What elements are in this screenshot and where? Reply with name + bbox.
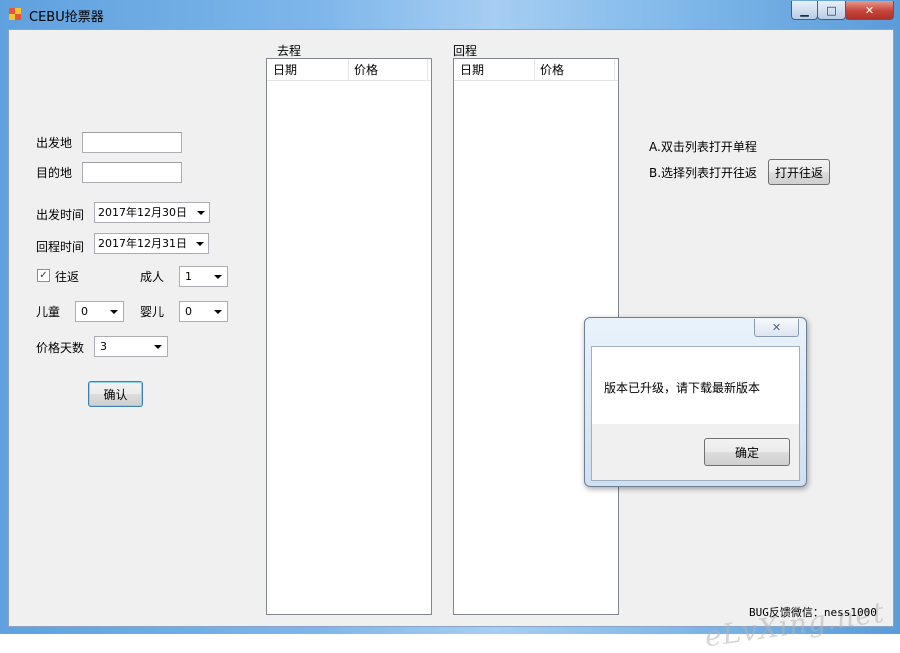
infant-label: 婴儿 [140, 305, 165, 319]
child-select-value: 0 [81, 305, 88, 318]
chevron-down-icon[interactable] [110, 310, 118, 314]
dialog-close-button[interactable]: ✕ [754, 319, 799, 337]
checkmark-icon: ✓ [39, 270, 48, 281]
open-roundtrip-button[interactable]: 打开往返 [768, 159, 830, 185]
return-date-picker[interactable]: 2017年12月31日 [94, 233, 209, 254]
roundtrip-label: 往返 [55, 270, 80, 284]
chevron-down-icon[interactable] [196, 242, 204, 246]
to-input[interactable] [82, 162, 182, 183]
outbound-col-date[interactable]: 日期 [267, 59, 349, 80]
price-days-select[interactable]: 3 [94, 336, 168, 357]
outbound-col-price[interactable]: 价格 [348, 59, 428, 80]
dialog-body: 版本已升级，请下载最新版本 确定 [591, 346, 800, 481]
depart-time-label: 出发时间 [36, 208, 85, 222]
depart-date-value: 2017年12月30日 [98, 206, 187, 219]
dialog-message-area: 版本已升级，请下载最新版本 [592, 347, 799, 424]
instruction-a: A.双击列表打开单程 [649, 140, 757, 154]
adult-select-value: 1 [185, 270, 192, 283]
child-label: 儿童 [36, 305, 61, 319]
close-button[interactable]: ✕ [845, 1, 894, 20]
chevron-down-icon[interactable] [214, 275, 222, 279]
chevron-down-icon[interactable] [197, 211, 205, 215]
open-roundtrip-button-label: 打开往返 [774, 165, 823, 180]
title-bar[interactable]: CEBU抢票器 ▁ □ ✕ [0, 0, 900, 28]
chevron-down-icon[interactable] [214, 310, 222, 314]
app-window: CEBU抢票器 ▁ □ ✕ 出发地 目的地 出发时间 2017年12月30日 回… [0, 0, 900, 653]
to-label: 目的地 [36, 166, 73, 180]
minimize-icon: ▁ [800, 3, 809, 17]
confirm-button-label: 确认 [103, 387, 128, 402]
return-time-label: 回程时间 [36, 240, 85, 254]
message-dialog: ✕ 版本已升级，请下载最新版本 确定 [584, 317, 807, 487]
roundtrip-checkbox[interactable]: ✓ [37, 269, 50, 282]
maximize-button[interactable]: □ [817, 1, 846, 20]
adult-label: 成人 [140, 270, 165, 284]
outbound-title: 去程 [277, 44, 302, 58]
depart-date-picker[interactable]: 2017年12月30日 [94, 202, 210, 223]
chevron-down-icon[interactable] [154, 345, 162, 349]
price-days-label: 价格天数 [36, 341, 85, 355]
dialog-ok-button[interactable]: 确定 [704, 438, 790, 466]
dialog-ok-label: 确定 [734, 445, 759, 460]
inbound-col-price[interactable]: 价格 [534, 59, 615, 80]
outbound-list-header: 日期 价格 [267, 59, 431, 81]
minimize-button[interactable]: ▁ [791, 1, 818, 20]
dialog-message: 版本已升级，请下载最新版本 [604, 381, 761, 395]
inbound-title: 回程 [453, 44, 478, 58]
app-icon [9, 8, 21, 20]
close-icon: ✕ [771, 321, 782, 334]
from-input[interactable] [82, 132, 182, 153]
instruction-b: B.选择列表打开往返 [649, 166, 758, 180]
child-select[interactable]: 0 [75, 301, 124, 322]
price-days-select-value: 3 [100, 340, 107, 353]
footer-contact: BUG反馈微信：ness1000 [749, 606, 877, 619]
infant-select[interactable]: 0 [179, 301, 228, 322]
from-label: 出发地 [36, 136, 73, 150]
adult-select[interactable]: 1 [179, 266, 228, 287]
return-date-value: 2017年12月31日 [98, 237, 187, 250]
outbound-list[interactable]: 日期 价格 [266, 58, 432, 615]
maximize-icon: □ [826, 3, 837, 17]
infant-select-value: 0 [185, 305, 192, 318]
window-title: CEBU抢票器 [29, 10, 104, 25]
inbound-col-date[interactable]: 日期 [454, 59, 535, 80]
close-icon: ✕ [864, 3, 875, 17]
confirm-button[interactable]: 确认 [88, 381, 143, 407]
inbound-list-header: 日期 价格 [454, 59, 618, 81]
